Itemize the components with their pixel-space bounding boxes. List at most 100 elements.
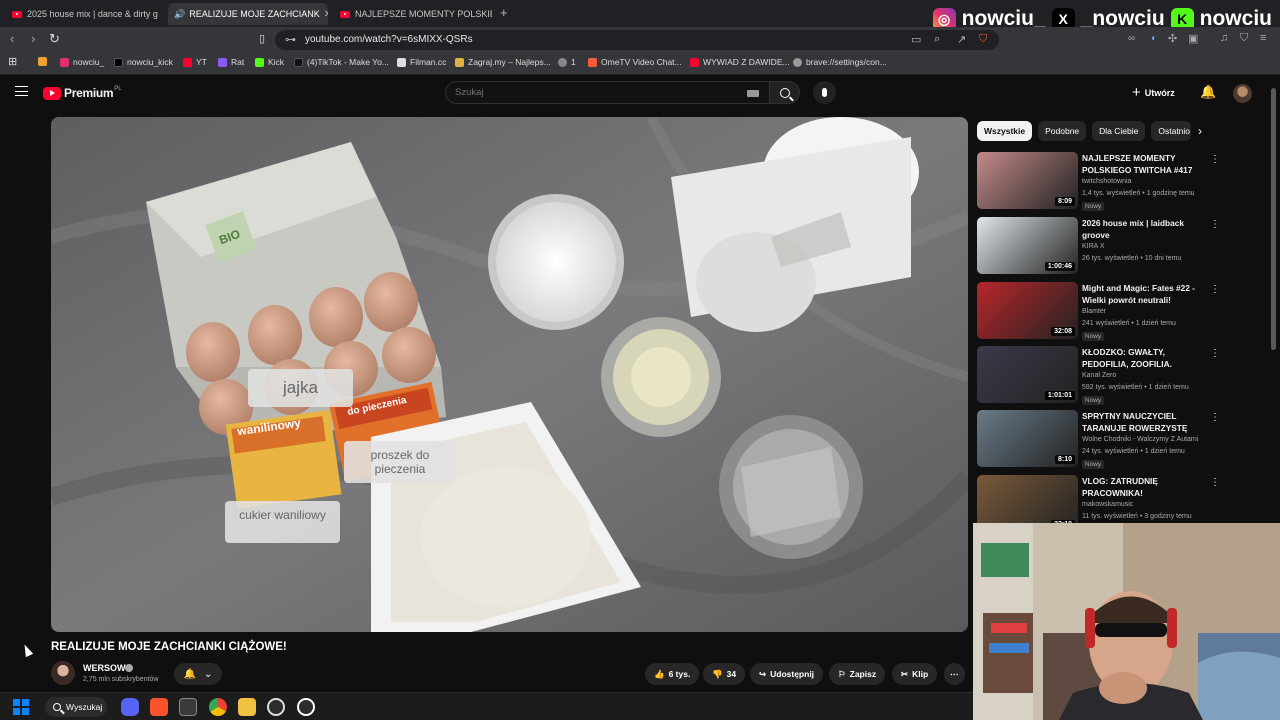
recommendation-title[interactable]: SPRYTNY NAUCZYCIEL TARANUJE ROWERZYSTĘ P…	[1082, 411, 1206, 434]
taskbar-search[interactable]: Wyszukaj	[45, 697, 107, 717]
scissors-icon: ✂	[901, 668, 909, 679]
bookmark-item[interactable]: nowciu_	[60, 57, 104, 67]
recommendation-channel[interactable]: makowskamusic	[1082, 501, 1133, 508]
bookmark-item[interactable]: Filman.cc	[397, 57, 446, 67]
video-player[interactable]: jajka proszek do pieczenia cukier wanili…	[51, 117, 968, 632]
app-icon[interactable]	[179, 698, 197, 716]
recommendation-channel[interactable]: Wolne Chodniki - Walczymy Z Autami	[1082, 436, 1198, 443]
app-circle-icon[interactable]	[297, 698, 315, 716]
recommendation-title[interactable]: 2026 house mix | laidback groove	[1082, 218, 1206, 241]
youtube-logo[interactable]: Premium PL	[43, 86, 122, 100]
sidebar-toggle-icon[interactable]: ▣	[1188, 32, 1198, 45]
discord-icon[interactable]	[121, 698, 139, 716]
recommendation-item[interactable]: 32:08 Might and Magic: Fates #22 - Wielki…	[977, 282, 1222, 342]
recommendation-item[interactable]: 1:00:46 2026 house mix | laidback groove K…	[977, 217, 1222, 277]
close-tab-icon[interactable]: ✕	[320, 9, 328, 20]
vpn-icon[interactable]: ⛉	[1240, 32, 1248, 45]
kebab-menu-icon[interactable]: ⋮	[1210, 412, 1220, 423]
bookmark-item[interactable]: YT	[183, 57, 207, 67]
bookmark-icon[interactable]: ▯	[259, 32, 265, 45]
create-button[interactable]: + Utwórz	[1132, 84, 1175, 101]
new-tab-button[interactable]: +	[500, 5, 508, 20]
bookmark-item[interactable]: brave://settings/con...	[793, 57, 887, 67]
keyboard-icon[interactable]	[747, 90, 759, 97]
menu-icon[interactable]: ≡	[1260, 32, 1266, 44]
reload-icon[interactable]: ↻	[49, 31, 60, 47]
bookmark-item[interactable]: (4)TikTok - Make Yo...	[294, 57, 389, 67]
kebab-menu-icon[interactable]: ⋮	[1210, 348, 1220, 359]
browser-tab[interactable]: 2025 house mix | dance & dirty g	[6, 3, 164, 25]
dislike-button[interactable]: 👎 34	[703, 663, 746, 685]
recommendation-channel[interactable]: Kanał Zero	[1082, 372, 1116, 379]
file-explorer-icon[interactable]	[238, 698, 256, 716]
chip-for-you[interactable]: Dla Ciebie	[1092, 121, 1146, 141]
forward-icon[interactable]: ›	[31, 31, 35, 46]
address-bar[interactable]: ⊶ youtube.com/watch?v=6sMIXX-QSRs ▭ ⌕ ↗ …	[275, 30, 999, 50]
browser-tab[interactable]: NAJLEPSZE MOMENTY POLSKIEGO T	[334, 3, 492, 25]
chip-recent[interactable]: Ostatnio	[1151, 121, 1192, 141]
account-avatar[interactable]	[1233, 84, 1252, 103]
channel-avatar[interactable]	[51, 661, 75, 685]
recommendation-item[interactable]: 8:10 SPRYTNY NAUCZYCIEL TARANUJE ROWERZYS…	[977, 410, 1222, 470]
extension-icon[interactable]: ∞	[1128, 33, 1135, 44]
ometv-icon	[588, 57, 597, 67]
recommendation-item[interactable]: 1:01:01 KŁODZKO: GWAŁTY, PEDOFILIA, ZOOFI…	[977, 346, 1222, 406]
recommendation-channel[interactable]: KIRA X	[1082, 243, 1105, 250]
bookmark-item[interactable]: OmeTV Video Chat...	[588, 57, 682, 67]
video-thumbnail[interactable]: 32:08	[977, 282, 1078, 339]
apps-grid-icon[interactable]: ⊞	[8, 55, 17, 68]
recommendation-title[interactable]: NAJLEPSZE MOMENTY POLSKIEGO TWITCHA #417	[1082, 153, 1206, 176]
video-thumbnail[interactable]: 1:01:01	[977, 346, 1078, 403]
more-actions-button[interactable]: ⋯	[944, 663, 965, 685]
cast-icon[interactable]: ▭	[911, 33, 921, 46]
sidebar-scrollbar[interactable]	[1271, 88, 1276, 350]
share-button[interactable]: ↪ Udostępnij	[750, 663, 824, 685]
kebab-menu-icon[interactable]: ⋮	[1210, 284, 1220, 295]
browser-tab-active[interactable]: 🔊 REALIZUJE MOJE ZACHCIANK ✕	[168, 3, 328, 25]
chip-related[interactable]: Podobne	[1038, 121, 1087, 141]
like-button[interactable]: 👍 6 tys.	[645, 663, 700, 685]
media-icon[interactable]: ♫	[1220, 32, 1228, 44]
subscription-bell-button[interactable]: 🔔 ⌄	[174, 663, 222, 685]
bookmark-item[interactable]: Zagraj.my – Najleps...	[455, 57, 551, 67]
chevron-right-icon[interactable]: ›	[1198, 124, 1202, 138]
recommendation-item[interactable]: 8:09 NAJLEPSZE MOMENTY POLSKIEGO TWITCHA …	[977, 152, 1222, 212]
recommendation-channel[interactable]: Blamter	[1082, 308, 1106, 315]
chip-all[interactable]: Wszystkie	[977, 121, 1033, 141]
bookmark-item[interactable]: Rat	[218, 57, 244, 67]
notifications-bell-icon[interactable]: 🔔	[1200, 84, 1216, 100]
search-input[interactable]	[455, 87, 735, 98]
chrome-icon[interactable]	[209, 698, 227, 716]
brave-shield-icon[interactable]: ⛉	[979, 33, 987, 46]
bookmark-item[interactable]: 1	[558, 57, 576, 67]
recommendation-title[interactable]: Might and Magic: Fates #22 - Wielki powr…	[1082, 283, 1206, 306]
obs-icon[interactable]	[267, 698, 285, 716]
video-thumbnail[interactable]: 8:10	[977, 410, 1078, 467]
kebab-menu-icon[interactable]: ⋮	[1210, 154, 1220, 165]
video-thumbnail[interactable]: 8:09	[977, 152, 1078, 209]
bookmark-item[interactable]: WYWIAD Z DAWIDE...	[690, 57, 790, 67]
channel-name[interactable]: WERSOW	[83, 663, 126, 673]
extensions-puzzle-icon[interactable]: ✣	[1168, 32, 1177, 45]
clip-button[interactable]: ✂ Klip	[892, 663, 938, 685]
search-button[interactable]	[770, 81, 800, 104]
brave-icon[interactable]	[150, 698, 168, 716]
recommendation-title[interactable]: VLOG: ZATRUDNIĘ PRACOWNIKA!	[1082, 476, 1206, 499]
kebab-menu-icon[interactable]: ⋮	[1210, 477, 1220, 488]
voice-search-button[interactable]	[813, 81, 836, 104]
zoom-icon[interactable]: ⌕	[934, 33, 940, 46]
save-button[interactable]: ⚐ Zapisz	[829, 663, 886, 685]
recommendation-channel[interactable]: twitchshotownia	[1082, 178, 1131, 185]
kebab-menu-icon[interactable]: ⋮	[1210, 219, 1220, 230]
bookmark-item[interactable]: nowciu_kick	[114, 57, 173, 67]
video-thumbnail[interactable]: 1:00:46	[977, 217, 1078, 274]
share-page-icon[interactable]: ↗	[957, 33, 966, 46]
hamburger-menu-icon[interactable]	[15, 86, 28, 96]
recommendation-title[interactable]: KŁODZKO: GWAŁTY, PEDOFILIA, ZOOFILIA. WS…	[1082, 347, 1206, 370]
windows-start-icon[interactable]	[13, 699, 29, 715]
site-info-icon[interactable]: ⊶	[285, 33, 296, 46]
back-icon[interactable]: ‹	[10, 31, 14, 46]
bookmark-item[interactable]	[38, 57, 51, 66]
extension-icon[interactable]: ◖	[1150, 33, 1156, 44]
bookmark-item[interactable]: Kick	[255, 57, 284, 67]
